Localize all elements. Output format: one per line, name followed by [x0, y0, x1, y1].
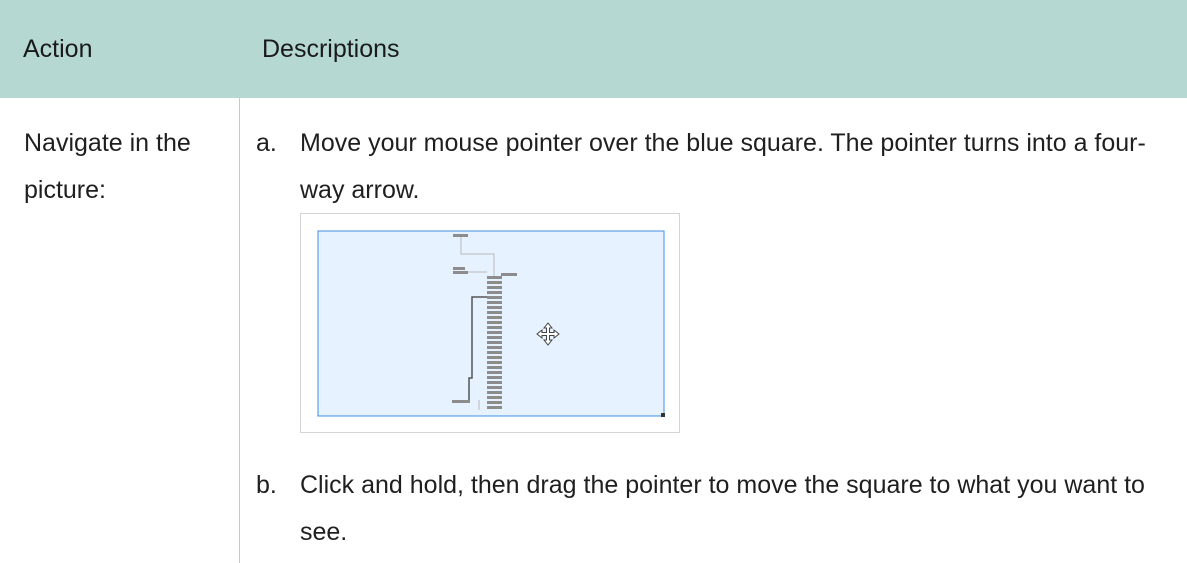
- row-action-navigate: Navigate in the picture:: [24, 129, 191, 204]
- step-a-text: Move your mouse pointer over the blue sq…: [300, 129, 1146, 204]
- step-a-marker: a.: [256, 129, 277, 157]
- header-action: Action: [23, 35, 93, 63]
- column-divider: [239, 98, 240, 563]
- resize-handle: [661, 413, 665, 417]
- navigator-thumbnail: [317, 230, 665, 417]
- header-descriptions: Descriptions: [262, 35, 400, 63]
- navigator-screenshot: [300, 213, 680, 433]
- step-b-text: Click and hold, then drag the pointer to…: [300, 471, 1145, 546]
- action-description-table: Action Descriptions Navigate in the pict…: [0, 0, 1187, 563]
- step-b-marker: b.: [256, 471, 277, 499]
- table-header-row: Action Descriptions: [0, 0, 1187, 98]
